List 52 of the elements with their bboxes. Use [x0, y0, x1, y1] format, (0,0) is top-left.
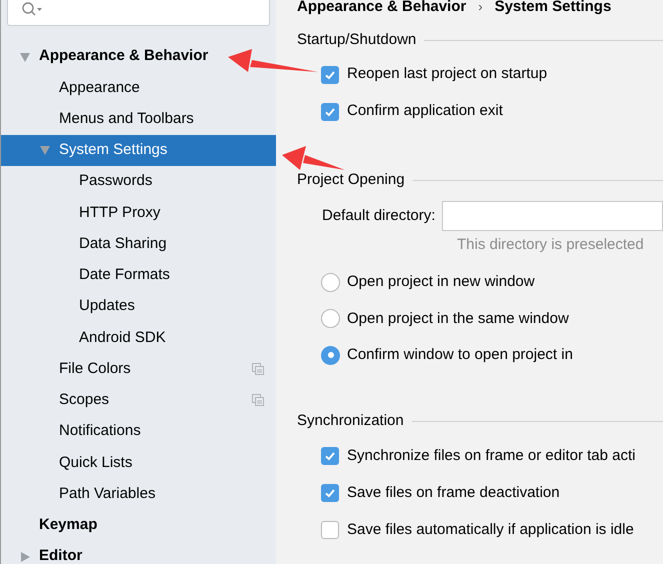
expanded-triangle-icon[interactable]	[39, 144, 51, 156]
tree-item[interactable]: Notifications	[1, 416, 276, 448]
radio-label: Confirm window to open project in	[347, 345, 573, 365]
checkbox[interactable]	[321, 66, 339, 84]
tree-item[interactable]: Path Variables	[1, 478, 276, 510]
tree-item[interactable]: Quick Lists	[1, 447, 276, 478]
checkmark-icon	[324, 487, 336, 499]
tree-item[interactable]: Keymap	[1, 510, 276, 541]
checkbox[interactable]	[321, 521, 339, 539]
tree-item[interactable]: Scopes	[1, 384, 276, 416]
checkmark-icon	[324, 68, 336, 80]
collapsed-triangle-icon[interactable]	[19, 550, 31, 563]
tree-item[interactable]: Appearance & Behavior	[1, 41, 276, 72]
tree-item[interactable]: System Settings	[1, 134, 276, 166]
tree-item[interactable]: Updates	[1, 291, 276, 322]
tree-item[interactable]: Date Formats	[1, 260, 276, 291]
section-title: Project Opening	[297, 170, 405, 190]
checkbox[interactable]	[321, 484, 339, 502]
tree-item[interactable]: HTTP Proxy	[1, 197, 276, 228]
breadcrumb-separator: ›	[478, 0, 483, 16]
tree-item[interactable]: Data Sharing	[1, 228, 276, 260]
section-title: Synchronization	[297, 411, 404, 432]
tree-item[interactable]: Android SDK	[1, 322, 276, 354]
checkbox-label: Synchronize files on frame or editor tab acti	[347, 446, 636, 466]
field-hint: This directory is preselected	[456, 235, 645, 255]
directory-field[interactable]	[442, 201, 663, 231]
tree-item[interactable]: Passwords	[1, 166, 276, 198]
checkbox-label: Confirm application exit	[347, 101, 503, 122]
checkmark-icon	[324, 450, 336, 462]
checkmark-icon	[324, 106, 336, 118]
search-field[interactable]	[7, 0, 270, 26]
radio-button[interactable]	[321, 346, 340, 365]
radio-button[interactable]	[321, 309, 340, 328]
breadcrumb-item[interactable]: System Settings	[494, 0, 612, 18]
field-label: Default directory:	[322, 206, 436, 226]
annotation-arrow	[282, 146, 345, 170]
tree-item[interactable]: File Colors	[1, 354, 276, 385]
section-title: Startup/Shutdown	[297, 30, 416, 50]
checkbox[interactable]	[321, 447, 339, 465]
radio-label: Open project in new window	[347, 272, 535, 292]
tree-item[interactable]: Menus and Toolbars	[1, 104, 276, 135]
breadcrumb-item[interactable]: Appearance & Behavior	[297, 0, 466, 18]
search-icon	[22, 2, 44, 16]
checkbox-label: Save files on frame deactivation	[347, 482, 560, 503]
radio-button[interactable]	[321, 272, 340, 292]
tree-item[interactable]: Editor	[1, 541, 276, 564]
tree-item[interactable]: Appearance	[1, 72, 276, 104]
checkbox-label: Reopen last project on startup	[347, 64, 548, 84]
checkbox-label: Save files automatically if application is idle	[347, 520, 634, 540]
radio-label: Open project in the same window	[347, 308, 569, 328]
checkbox[interactable]	[321, 102, 339, 120]
expanded-triangle-icon[interactable]	[19, 50, 31, 63]
